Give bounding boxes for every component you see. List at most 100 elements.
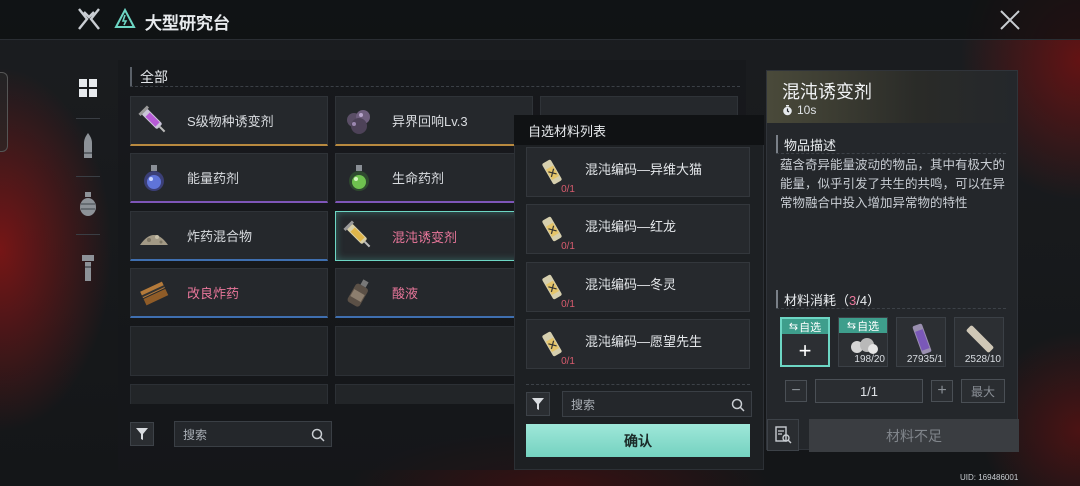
materials-total: /4） <box>856 293 881 308</box>
category-all-button[interactable] <box>62 62 114 114</box>
custom-tag: ⇆ 自选 <box>782 319 828 334</box>
category-sidebar <box>62 62 114 402</box>
filter-icon <box>532 398 544 410</box>
code-vial-icon: 0/1 <box>527 148 577 196</box>
recipe-item[interactable]: S级物种诱变剂 <box>130 96 328 146</box>
recipe-item[interactable]: 改良炸药 <box>130 268 328 318</box>
recipe-label: 生命药剂 <box>392 171 445 186</box>
material-count: 0/1 <box>561 184 575 195</box>
material-option[interactable]: 0/1 混沌编码—红龙 <box>526 204 750 254</box>
recipe-item[interactable]: 生命药剂 <box>335 153 533 203</box>
code-vial-icon: 0/1 <box>527 263 577 311</box>
description-divider <box>776 153 1006 154</box>
search-placeholder: 搜索 <box>183 427 208 442</box>
material-count: 0/1 <box>561 299 575 310</box>
filter-button[interactable] <box>130 422 154 446</box>
description-heading: 物品描述 <box>776 135 836 154</box>
swap-icon: ⇆ <box>788 321 799 333</box>
crystal-cluster-icon <box>336 97 382 144</box>
material-slot[interactable]: 2528/10 <box>954 317 1004 367</box>
search-icon <box>311 428 325 442</box>
quantity-field[interactable]: 1/1 <box>815 379 923 403</box>
recipe-item[interactable]: 酸液 <box>335 268 533 318</box>
recipe-item[interactable]: 炸药混合物 <box>130 211 328 261</box>
material-qty: 2528/10 <box>964 354 1001 365</box>
empty-slot <box>130 326 328 376</box>
grid-icon <box>79 79 97 97</box>
timer-icon <box>783 104 792 115</box>
materials-divider <box>776 308 1006 309</box>
popup-search-placeholder: 搜索 <box>571 397 596 412</box>
material-label: 混沌编码—愿望先生 <box>585 334 703 349</box>
custom-tag-label: 自选 <box>857 320 880 333</box>
recipe-label: 异界回响Lv.3 <box>392 114 468 129</box>
craft-time-value: 10s <box>797 103 817 117</box>
swap-icon: ⇆ <box>846 320 857 332</box>
search-input[interactable]: 搜索 <box>174 421 332 447</box>
acid-bottle-icon <box>336 269 382 316</box>
material-label: 混沌编码—红龙 <box>585 219 677 234</box>
materials-heading: 材料消耗（3/4） <box>776 290 880 309</box>
workbench-icon <box>114 7 136 30</box>
divider <box>76 176 100 177</box>
section-divider <box>130 86 740 87</box>
recipe-label: 酸液 <box>392 286 419 301</box>
edge-handle[interactable] <box>0 72 8 152</box>
uid-label: UID: 169486001 <box>960 473 1019 482</box>
insufficient-materials-button[interactable]: 材料不足 <box>809 419 1019 452</box>
category-tool-button[interactable] <box>62 242 114 294</box>
recipe-label: 改良炸药 <box>187 286 240 301</box>
recipe-item-selected[interactable]: 混沌诱变剂 <box>335 211 533 261</box>
material-slot[interactable]: ⇆ 自选 198/20 <box>838 317 888 367</box>
custom-tag: ⇆ 自选 <box>839 318 887 333</box>
close-icon[interactable] <box>996 6 1024 34</box>
recipe-label: 混沌诱变剂 <box>392 229 458 245</box>
material-qty: 27935/1 <box>906 354 943 365</box>
custom-tag-label: 自选 <box>799 321 822 334</box>
recipe-label: 能量药剂 <box>187 171 240 186</box>
vial-icon <box>912 323 932 355</box>
recipe-item[interactable]: 异界回响Lv.3 <box>335 96 533 146</box>
craft-time: 10s <box>782 103 816 117</box>
inspect-button[interactable] <box>767 419 799 451</box>
item-description: 蕴含奇异能量波动的物品，其中有极大的能量，似乎引发了共生的共鸣，可以在异常物融合… <box>780 158 1006 210</box>
explosive-bricks-icon <box>131 269 177 316</box>
recipe-item[interactable]: 能量药剂 <box>130 153 328 203</box>
material-count: 0/1 <box>561 356 575 367</box>
max-button[interactable]: 最大 <box>961 379 1005 403</box>
divider <box>76 234 100 235</box>
material-count: 0/1 <box>561 241 575 252</box>
popup-search-input[interactable]: 搜索 <box>562 391 752 417</box>
empty-slot <box>335 384 533 404</box>
material-option[interactable]: 0/1 混沌编码—冬灵 <box>526 262 750 312</box>
material-option[interactable]: 0/1 混沌编码—愿望先生 <box>526 319 750 369</box>
popup-header: 自选材料列表 <box>514 115 764 145</box>
material-label: 混沌编码—冬灵 <box>585 277 677 292</box>
material-label: 混沌编码—异维大猫 <box>585 162 703 177</box>
green-potion-icon <box>336 154 382 201</box>
category-grenade-button[interactable] <box>62 178 114 230</box>
ore-pile-icon <box>851 338 878 354</box>
section-title: 全部 <box>130 67 168 87</box>
material-slot-custom[interactable]: ⇆ 自选 + <box>780 317 830 367</box>
code-vial-icon: 0/1 <box>527 205 577 253</box>
syringe-icon <box>131 97 177 144</box>
recipe-label: S级物种诱变剂 <box>187 114 274 129</box>
category-ammo-button[interactable] <box>62 120 114 172</box>
increase-button[interactable]: + <box>931 380 953 402</box>
decrease-button[interactable]: − <box>785 380 807 402</box>
material-slot[interactable]: 27935/1 <box>896 317 946 367</box>
menu-logo-icon[interactable] <box>76 6 102 32</box>
flashlight-icon <box>82 255 94 281</box>
add-icon: + <box>798 337 812 363</box>
powder-pile-icon <box>131 212 177 259</box>
material-qty: 198/20 <box>854 354 885 365</box>
divider <box>76 118 100 119</box>
grenade-icon <box>80 192 96 216</box>
popup-filter-button[interactable] <box>526 392 550 416</box>
filter-icon <box>136 428 148 440</box>
pipe-icon <box>966 325 994 353</box>
confirm-button[interactable]: 确认 <box>526 424 750 457</box>
material-option[interactable]: 0/1 混沌编码—异维大猫 <box>526 147 750 197</box>
recipe-label: 炸药混合物 <box>187 229 253 244</box>
